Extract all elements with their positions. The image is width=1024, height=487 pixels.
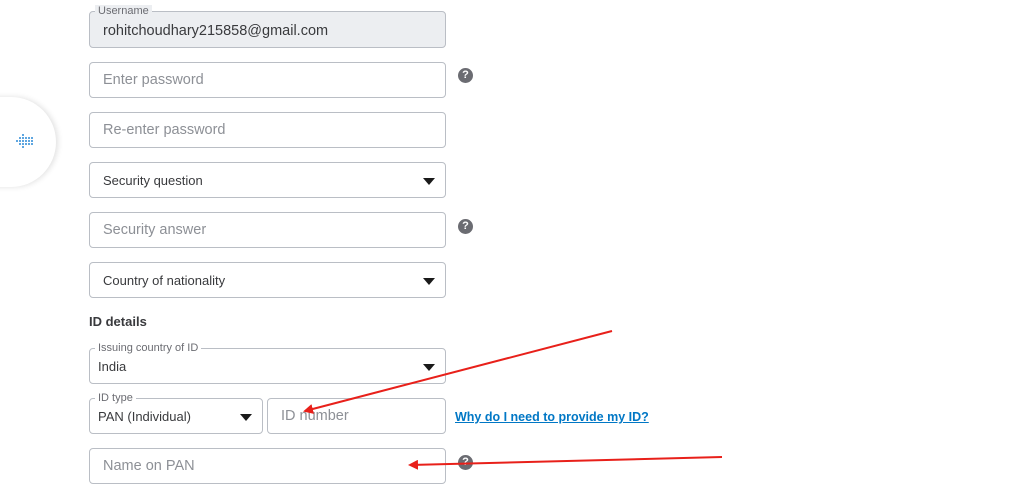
security-answer-input[interactable]: Security answer [89,212,446,248]
reenter-password-placeholder: Re-enter password [103,122,226,138]
side-assistant-tab[interactable] [0,97,56,187]
security-question-value: Security question [103,173,203,188]
id-type-select[interactable]: ID type PAN (Individual) [89,392,263,434]
why-provide-id-link[interactable]: Why do I need to provide my ID? [455,410,649,424]
username-value: rohitchoudhary215858@gmail.com [103,23,329,39]
password-placeholder: Enter password [103,72,204,88]
password-input[interactable]: Enter password [89,62,446,98]
id-type-label: ID type [95,392,136,404]
name-on-pan-placeholder: Name on PAN [103,458,195,474]
id-number-input[interactable]: ID number [267,398,446,434]
security-answer-placeholder: Security answer [103,222,207,238]
security-question-select[interactable]: Security question [89,162,446,198]
name-on-pan-input[interactable]: Name on PAN [89,448,446,484]
dotted-arrow-icon [16,134,33,148]
id-number-placeholder: ID number [281,408,349,424]
chevron-down-icon [423,278,435,285]
name-on-pan-help-icon[interactable]: ? [458,455,473,470]
chevron-down-icon [423,178,435,185]
id-details-heading: ID details [89,314,147,329]
chevron-down-icon [240,414,252,421]
username-label: Username [95,5,152,17]
username-field: Username rohitchoudhary215858@gmail.com [89,5,446,48]
reenter-password-input[interactable]: Re-enter password [89,112,446,148]
issuing-country-value: India [98,359,127,374]
annotation-arrow-name-on-pan [408,456,723,470]
security-answer-help-icon[interactable]: ? [458,219,473,234]
id-type-value: PAN (Individual) [98,409,191,424]
password-help-icon[interactable]: ? [458,68,473,83]
country-of-nationality-select[interactable]: Country of nationality [89,262,446,298]
country-of-nationality-value: Country of nationality [103,273,226,288]
chevron-down-icon [423,364,435,371]
issuing-country-select[interactable]: Issuing country of ID India [89,342,446,384]
issuing-country-label: Issuing country of ID [95,342,202,354]
